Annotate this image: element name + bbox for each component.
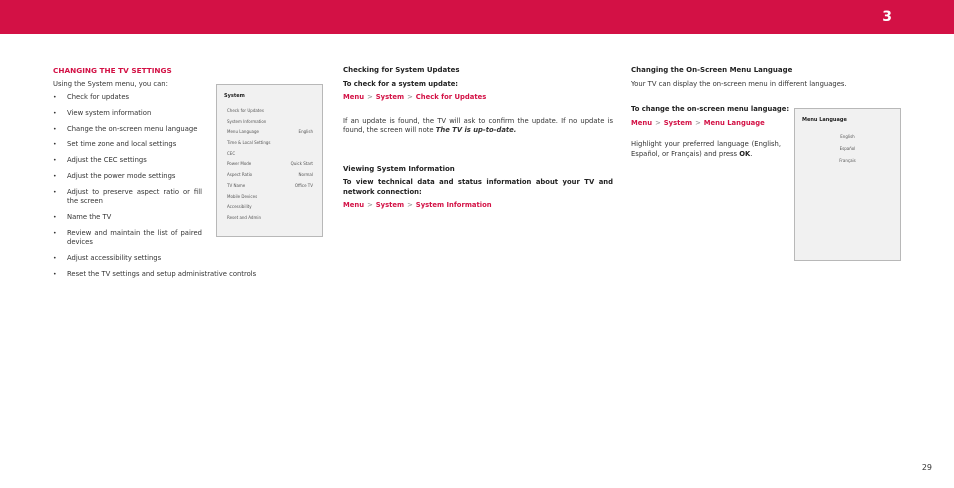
menu-row: Menu Language English xyxy=(227,129,313,135)
page-number: 29 xyxy=(921,463,932,472)
list-item: Adjust the power mode settings xyxy=(53,172,202,182)
list-item: Review and maintain the list of paired d… xyxy=(53,229,202,248)
menu-row: Check for Updates xyxy=(227,108,264,113)
language-menu-screenshot: Menu Language English Español Français xyxy=(794,108,901,261)
updates-instruction: To check for a system update: xyxy=(343,79,459,88)
updates-title: Checking for System Updates xyxy=(343,66,460,74)
language-option: English xyxy=(840,134,855,139)
menu-row: CEC xyxy=(227,150,236,156)
menu-row: Aspect Ratio Normal xyxy=(227,172,313,178)
menu-row: Power Mode Quick Start xyxy=(227,161,313,167)
section-title: CHANGING THE TV SETTINGS xyxy=(53,66,172,75)
language-option: Español xyxy=(839,145,856,151)
list-item: View system information xyxy=(53,109,202,119)
menu-row: Reset and Admin xyxy=(227,214,261,220)
menu-row: TV Name Office TV xyxy=(227,182,313,188)
language-option: Français xyxy=(839,157,856,163)
chapter-number: 3 xyxy=(882,9,892,25)
list-item: Adjust to preserve aspect ratio or fill … xyxy=(53,188,202,207)
menu-row: Accessibility xyxy=(227,204,252,210)
list-item: Adjust accessibility settings xyxy=(53,254,202,264)
info-menu-path: Menu > System > System Information xyxy=(343,201,492,209)
menu-row: Time & Local Settings xyxy=(227,140,271,146)
info-title: Viewing System Information xyxy=(343,164,455,173)
updates-body: If an update is found, the TV will ask t… xyxy=(343,116,613,135)
list-item: Name the TV xyxy=(53,213,202,223)
language-menu-title: Menu Language xyxy=(802,117,847,123)
menu-row: System Information xyxy=(227,118,267,124)
updates-menu-path: Menu > System > Check for Updates xyxy=(343,93,487,101)
system-updates-section: Checking for System Updates To check for… xyxy=(343,66,613,211)
list-item: Adjust the CEC settings xyxy=(53,156,202,166)
language-title: Changing the On-Screen Menu Language xyxy=(631,66,793,74)
list-item: Check for updates xyxy=(53,93,202,103)
system-menu-screenshot: System Check for Updates System Informat… xyxy=(216,84,323,237)
menu-row: Mobile Devices xyxy=(227,193,258,199)
header-bar: 3 xyxy=(0,0,954,34)
info-instruction: To view technical data and status inform… xyxy=(343,178,613,196)
language-body: Highlight your preferred language (Engli… xyxy=(631,140,781,158)
language-intro: Your TV can display the on-screen menu i… xyxy=(631,79,847,88)
list-item: Reset the TV settings and setup administ… xyxy=(53,270,327,280)
system-menu-title: System xyxy=(224,93,245,99)
